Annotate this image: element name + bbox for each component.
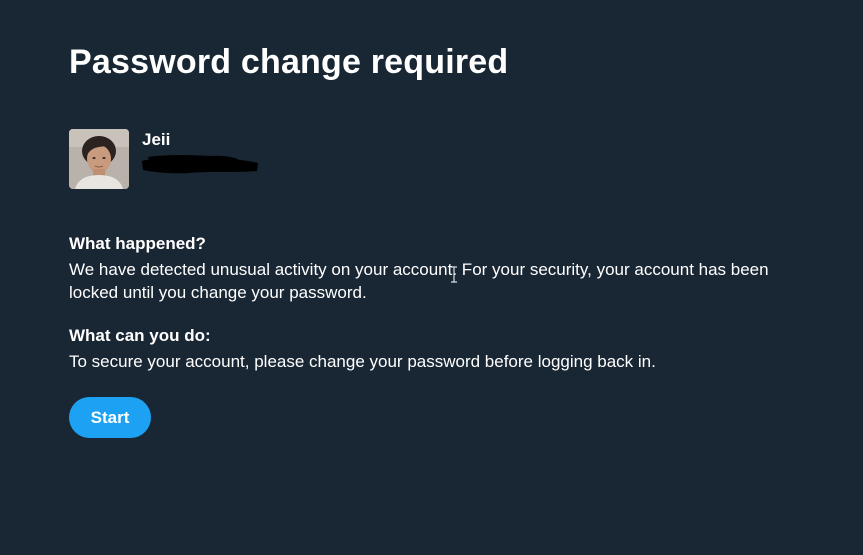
avatar	[69, 129, 129, 189]
avatar-image	[69, 129, 129, 189]
profile-summary: Jeii	[69, 129, 369, 189]
start-button[interactable]: Start	[69, 397, 151, 438]
page-title: Password change required	[69, 43, 509, 81]
section-heading-what-happened: What happened?	[69, 234, 206, 253]
section-body-what-happened: We have detected unusual activity on you…	[69, 260, 769, 302]
redacted-handle	[142, 155, 258, 174]
section-heading-what-can-you-do: What can you do:	[69, 326, 211, 345]
profile-name: Jeii	[142, 130, 171, 149]
section-body-what-can-you-do: To secure your account, please change yo…	[69, 352, 656, 371]
text-cursor-icon	[451, 266, 457, 283]
